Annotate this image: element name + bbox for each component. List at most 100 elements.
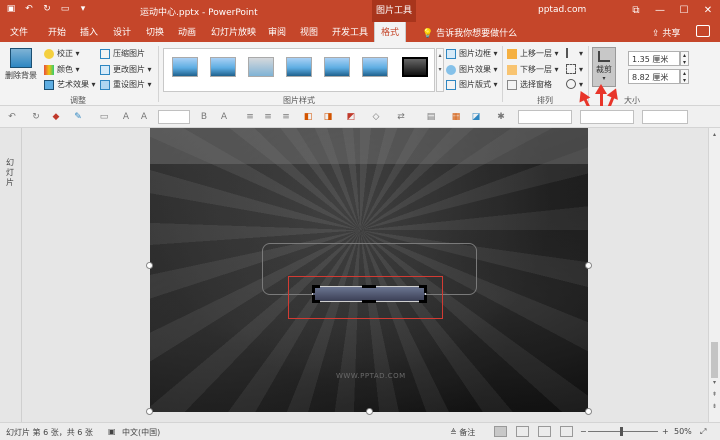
font-color-icon[interactable]: A <box>218 111 230 123</box>
picture-layout-button[interactable]: 图片版式 ▾ <box>446 79 498 90</box>
crop-handle[interactable] <box>424 285 427 293</box>
customize-qa-icon[interactable]: ▾ <box>78 4 88 14</box>
tab-slideshow[interactable]: 幻灯片放映 <box>211 25 256 38</box>
slideshow-icon[interactable]: ▭ <box>60 4 70 14</box>
style-thumb[interactable] <box>210 57 236 77</box>
selection-pane-button[interactable]: 选择窗格 <box>507 79 552 90</box>
resize-handle[interactable] <box>146 262 153 269</box>
effects-icon[interactable]: ✱ <box>495 111 507 123</box>
zoom-in-icon[interactable]: + <box>662 427 669 436</box>
tab-file[interactable]: 文件 <box>10 25 28 38</box>
align-left-icon[interactable]: ≡ <box>244 111 256 123</box>
redo-icon[interactable]: ↻ <box>42 4 52 14</box>
tab-animations[interactable]: 动画 <box>178 25 196 38</box>
color-button[interactable]: 颜色 ▾ <box>44 64 80 75</box>
tab-developer[interactable]: 开发工具 <box>332 25 368 38</box>
arrange-icon[interactable]: ◨ <box>322 111 334 123</box>
next-slide-icon[interactable]: ⇟ <box>710 402 719 411</box>
undo-icon[interactable]: ↶ <box>24 4 34 14</box>
tab-review[interactable]: 审阅 <box>268 25 286 38</box>
send-backward-button[interactable]: 下移一层 ▾ <box>507 64 559 75</box>
slide[interactable]: WWW.PPTAD.COM <box>150 128 588 412</box>
width-input[interactable]: 8.82 厘米 <box>628 69 680 84</box>
style-thumb-selected[interactable] <box>402 57 428 77</box>
crop-handle[interactable] <box>362 300 376 303</box>
remove-background-button[interactable]: 删除背景 <box>4 48 38 81</box>
height-spinner[interactable]: ▴ ▾ <box>680 51 689 66</box>
align-center-icon[interactable]: ≡ <box>262 111 274 123</box>
group-button[interactable]: ▾ <box>566 64 583 74</box>
style-thumb[interactable] <box>248 57 274 77</box>
bold-icon[interactable]: B <box>198 111 210 123</box>
height-input[interactable]: 1.35 厘米 <box>628 51 680 66</box>
slideshow-view-button[interactable] <box>560 426 573 437</box>
account-name[interactable]: pptad.com <box>538 5 586 15</box>
crop-button[interactable]: 裁剪 ▾ <box>592 47 616 87</box>
shape-effect-icon[interactable]: ▭ <box>98 111 110 123</box>
align-button[interactable]: ▾ <box>566 48 583 58</box>
redo-icon[interactable]: ↻ <box>30 111 42 123</box>
language-indicator[interactable]: 中文(中国) <box>122 427 160 438</box>
resize-handle[interactable] <box>585 408 592 415</box>
spellcheck-icon[interactable]: ▣ <box>108 427 116 436</box>
previous-slide-icon[interactable]: ⇞ <box>710 390 719 399</box>
toolbar-dropdown[interactable] <box>518 110 572 124</box>
ribbon-display-options-button[interactable]: ⧉ <box>624 0 648 22</box>
align-right-icon[interactable]: ≡ <box>280 111 292 123</box>
distribute-icon[interactable]: ⇄ <box>395 111 407 123</box>
crop-handle[interactable] <box>424 295 427 303</box>
slide-sorter-button[interactable] <box>516 426 529 437</box>
minimize-button[interactable]: — <box>648 0 672 22</box>
maximize-button[interactable]: ☐ <box>672 0 696 22</box>
change-picture-button[interactable]: 更改图片 ▾ <box>100 64 152 75</box>
shape-style-icon[interactable]: ◇ <box>370 111 382 123</box>
zoom-level[interactable]: 50% <box>674 427 692 436</box>
tab-design[interactable]: 设计 <box>113 25 131 38</box>
picture-border-button[interactable]: 图片边框 ▾ <box>446 48 498 59</box>
font-grow-icon[interactable]: A <box>120 111 132 123</box>
save-icon[interactable]: ▣ <box>6 4 16 14</box>
scroll-up-icon[interactable]: ▴ <box>710 130 719 139</box>
zoom-out-icon[interactable]: − <box>580 427 587 436</box>
shape-fill-icon[interactable]: ◆ <box>50 111 62 123</box>
zoom-slider[interactable] <box>588 431 658 432</box>
toolbar-dropdown[interactable] <box>580 110 634 124</box>
resize-handle[interactable] <box>366 408 373 415</box>
toolbar-dropdown[interactable] <box>642 110 688 124</box>
picture-effects-button[interactable]: 图片效果 ▾ <box>446 64 498 75</box>
notes-button[interactable]: ≜ 备注 <box>450 427 475 438</box>
shapes-icon[interactable]: ◧ <box>302 111 314 123</box>
crop-dropdown-chevron-icon[interactable]: ▾ <box>593 75 615 82</box>
slide-thumbnails-pane[interactable]: 幻灯片 <box>0 128 22 422</box>
width-spinner[interactable]: ▴ ▾ <box>680 69 689 84</box>
tab-view[interactable]: 视图 <box>300 25 318 38</box>
line-style-icon[interactable]: ◪ <box>470 111 482 123</box>
font-size-box[interactable] <box>158 110 190 124</box>
normal-view-button[interactable] <box>494 426 507 437</box>
style-thumb[interactable] <box>324 57 350 77</box>
style-thumb[interactable] <box>172 57 198 77</box>
reading-view-button[interactable] <box>538 426 551 437</box>
rotate-button[interactable]: ▾ <box>566 79 583 89</box>
style-thumb[interactable] <box>286 57 312 77</box>
share-button[interactable]: ⇪ 共享 <box>652 26 680 39</box>
shape-outline-icon[interactable]: ✎ <box>72 111 84 123</box>
zoom-slider-knob[interactable] <box>620 427 623 436</box>
compress-pictures-button[interactable]: 压缩图片 <box>100 48 145 59</box>
vertical-scrollbar[interactable]: ▴ ▾ ⇞ ⇟ <box>708 128 720 422</box>
tab-home[interactable]: 开始 <box>48 25 66 38</box>
corrections-button[interactable]: 校正 ▾ <box>44 48 80 59</box>
crop-handle[interactable] <box>362 285 376 288</box>
tab-format[interactable]: 格式 <box>374 22 407 42</box>
scroll-down-icon[interactable]: ▾ <box>710 378 719 387</box>
scrollbar-thumb[interactable] <box>711 342 718 378</box>
reset-picture-button[interactable]: 重设图片 ▾ <box>100 79 152 90</box>
tab-transitions[interactable]: 切换 <box>146 25 164 38</box>
close-button[interactable]: ✕ <box>696 0 720 22</box>
bring-forward-button[interactable]: 上移一层 ▾ <box>507 48 559 59</box>
gallery-more-button[interactable]: ▴ ▾ <box>436 48 444 92</box>
tab-insert[interactable]: 插入 <box>80 25 98 38</box>
artistic-effects-button[interactable]: 艺术效果 ▾ <box>44 79 96 90</box>
font-shrink-icon[interactable]: A <box>138 111 150 123</box>
quick-styles-icon[interactable]: ◩ <box>345 111 357 123</box>
